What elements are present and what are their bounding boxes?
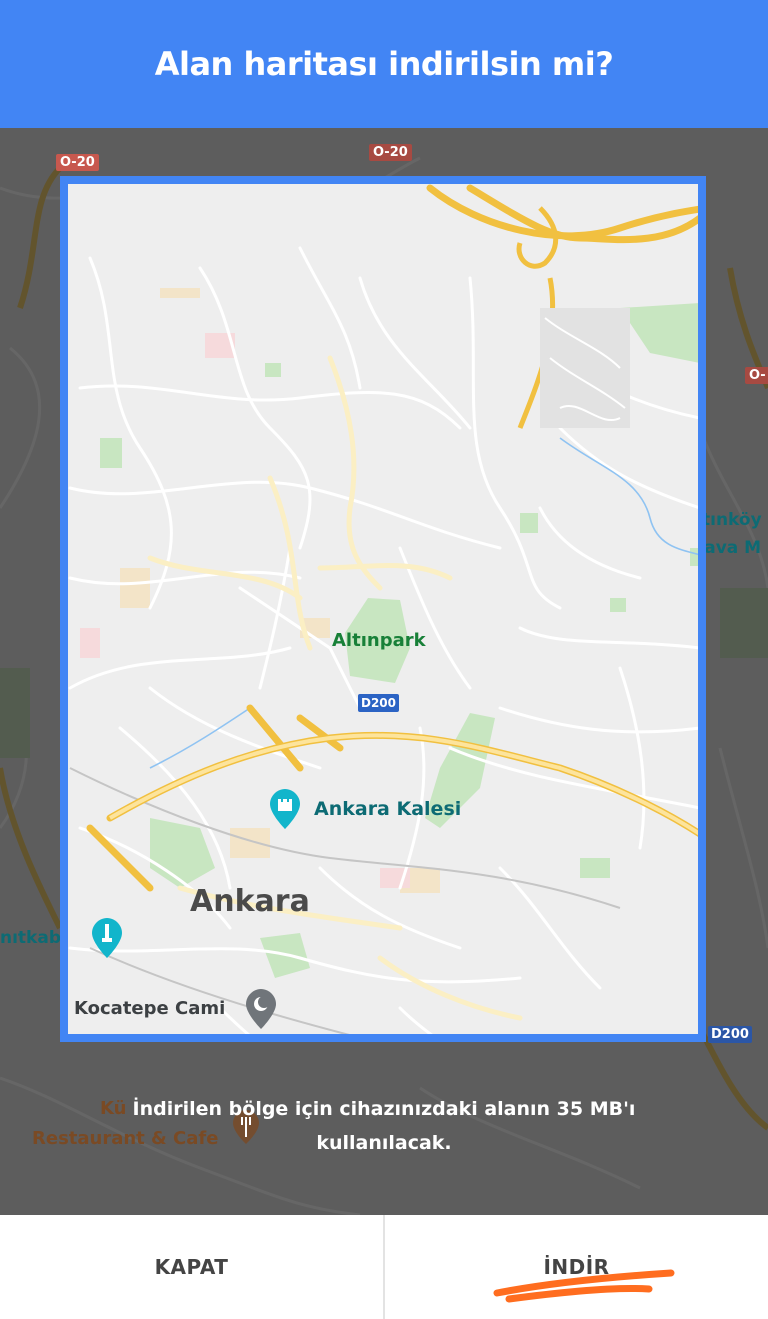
- dialog-title: Alan haritası indirilsin mi?: [154, 45, 614, 83]
- download-region-frame[interactable]: Altınpark D200 Ankara Kalesi Ankara Koca…: [60, 176, 706, 1042]
- castle-pin-icon[interactable]: [270, 789, 300, 829]
- monument-pin-icon[interactable]: [92, 918, 122, 958]
- download-button-label: İNDİR: [543, 1255, 610, 1279]
- mosque-pin-icon[interactable]: [246, 989, 276, 1029]
- road-shield-o20-top: O-20: [369, 144, 412, 161]
- road-shield-o-right: O-: [745, 367, 768, 384]
- road-shield-d200-center: D200: [358, 694, 400, 712]
- dialog-header: Alan haritası indirilsin mi?: [0, 0, 768, 128]
- selected-region-map: [68, 184, 698, 1034]
- place-label-ankara-kalesi[interactable]: Ankara Kalesi: [314, 798, 461, 820]
- close-button-label: KAPAT: [154, 1255, 229, 1279]
- map-background[interactable]: O-20 O-20 O- D200 Altınköy Hava M nıtkab…: [0, 128, 768, 1215]
- place-label-kocatepe-cami[interactable]: Kocatepe Cami: [74, 998, 225, 1019]
- place-label-altinpark: Altınpark: [332, 630, 426, 651]
- storage-notice-text: İndirilen bölge için cihazınızdaki alanı…: [132, 1098, 636, 1154]
- close-button[interactable]: KAPAT: [0, 1215, 383, 1319]
- download-button[interactable]: İNDİR: [385, 1215, 768, 1319]
- road-shield-o20-left: O-20: [56, 154, 99, 171]
- road-shield-d200-right: D200: [708, 1026, 752, 1043]
- storage-notice: İndirilen bölge için cihazınızdaki alanı…: [0, 1092, 768, 1160]
- dialog-button-bar: KAPAT İNDİR: [0, 1215, 768, 1319]
- place-label-ankara[interactable]: Ankara: [190, 884, 310, 919]
